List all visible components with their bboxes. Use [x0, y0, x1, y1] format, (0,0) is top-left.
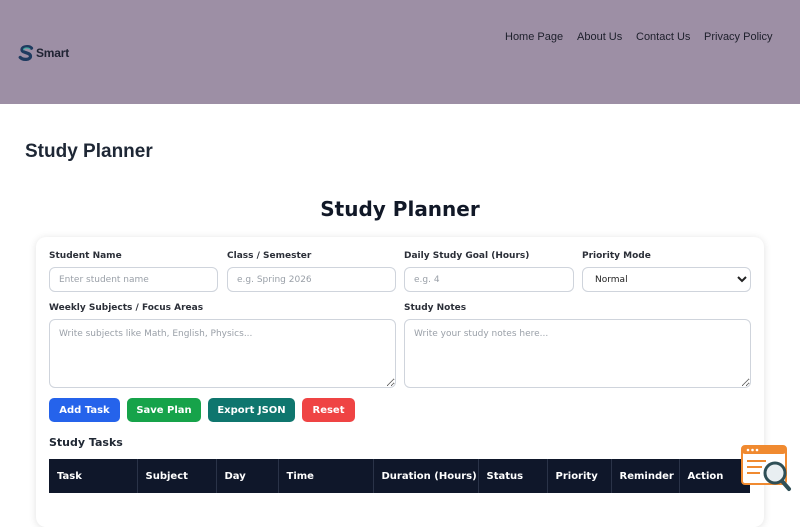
class-semester-label: Class / Semester [227, 251, 312, 261]
add-task-button[interactable]: Add Task [49, 398, 120, 422]
study-notes-label: Study Notes [404, 303, 467, 313]
chat-widget-button[interactable] [740, 444, 792, 492]
col-priority: Priority [547, 459, 612, 493]
class-semester-input[interactable] [227, 267, 396, 292]
export-json-button[interactable]: Export JSON [208, 398, 295, 422]
nav-contact-us[interactable]: Contact Us [636, 31, 690, 43]
planner-card: Student Name Class / Semester Daily Stud… [36, 237, 764, 527]
study-tasks-title: Study Tasks [49, 436, 123, 449]
site-logo[interactable]: Smart [17, 44, 69, 62]
col-duration: Duration (Hours) [373, 459, 479, 493]
col-subject: Subject [137, 459, 217, 493]
tasks-table: Task Subject Day Time Duration (Hours) S… [49, 459, 750, 493]
priority-mode-select[interactable]: Normal [582, 267, 751, 292]
weekly-subjects-textarea[interactable] [49, 319, 396, 388]
nav-privacy-policy[interactable]: Privacy Policy [704, 31, 772, 43]
student-name-label: Student Name [49, 251, 122, 261]
nav-home-page[interactable]: Home Page [505, 31, 563, 43]
table-header-row: Task Subject Day Time Duration (Hours) S… [49, 459, 750, 493]
nav-about-us[interactable]: About Us [577, 31, 622, 43]
weekly-subjects-label: Weekly Subjects / Focus Areas [49, 303, 204, 313]
logo-text: Smart [36, 46, 70, 60]
col-day: Day [216, 459, 279, 493]
s-logo-icon [18, 45, 34, 61]
student-name-input[interactable] [49, 267, 218, 292]
planner-title: Study Planner [320, 197, 480, 221]
col-reminder: Reminder [611, 459, 680, 493]
reset-button[interactable]: Reset [302, 398, 355, 422]
col-time: Time [278, 459, 374, 493]
daily-goal-label: Daily Study Goal (Hours) [404, 251, 530, 261]
col-task: Task [49, 459, 138, 493]
page-title: Study Planner [25, 141, 153, 162]
chat-search-icon [741, 445, 791, 491]
col-status: Status [478, 459, 548, 493]
site-header: Smart Home Page About Us Contact Us Priv… [0, 0, 800, 104]
daily-goal-input[interactable] [404, 267, 574, 292]
priority-mode-label: Priority Mode [582, 251, 651, 261]
save-plan-button[interactable]: Save Plan [127, 398, 201, 422]
study-notes-textarea[interactable] [404, 319, 751, 388]
